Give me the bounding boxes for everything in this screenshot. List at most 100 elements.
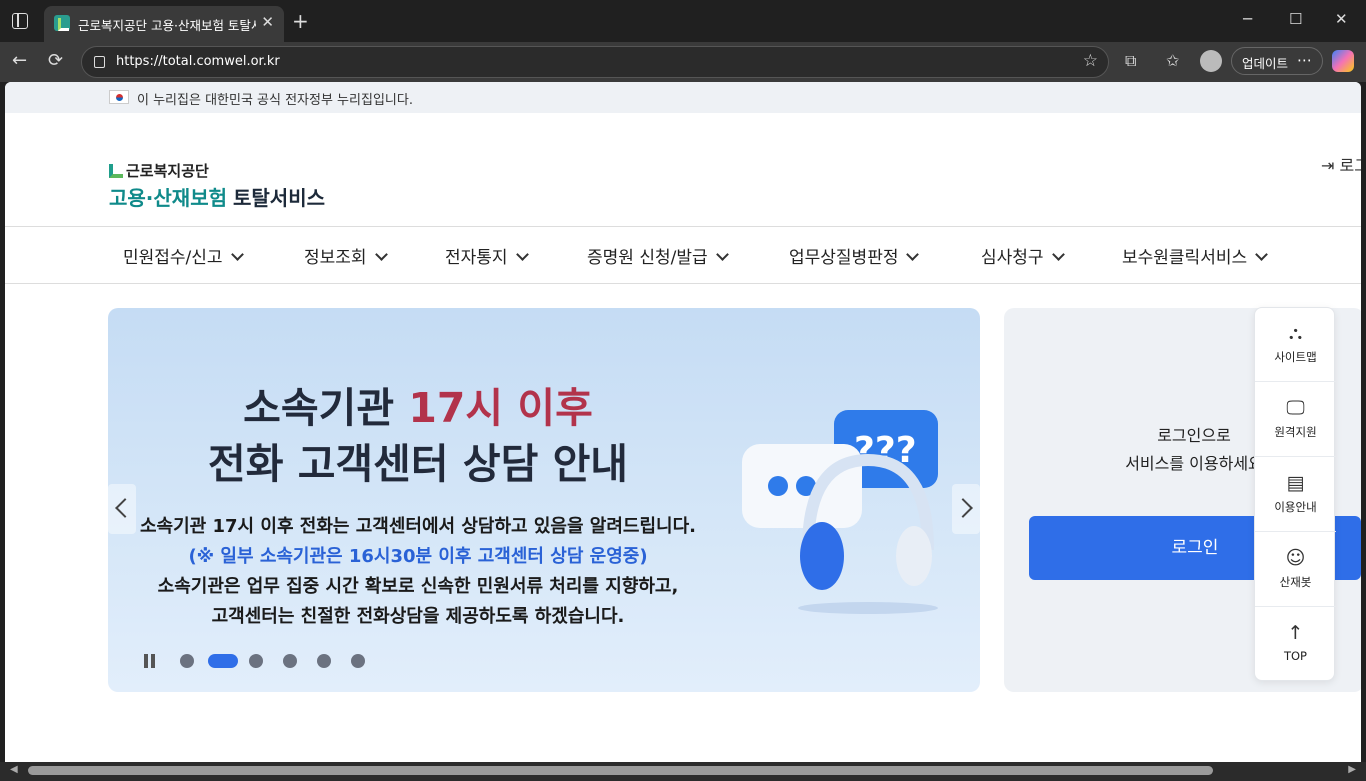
gnb-item-certificate[interactable]: 증명원 신청/발급 <box>587 243 729 268</box>
pagination-dot-6[interactable] <box>351 654 365 668</box>
update-label: 업데이트 <box>1242 56 1289 71</box>
window-close-icon[interactable]: ✕ <box>1335 10 1348 28</box>
headset-left-ear-shape <box>800 522 844 590</box>
comwel-logo-icon <box>109 164 123 178</box>
logo-service-teal: 고용·산재보험 <box>109 186 227 210</box>
main-banner-slider[interactable]: 소속기관 17시 이후 전화 고객센터 상담 안내 소속기관 17시 이후 전화… <box>108 308 980 692</box>
korean-flag-icon <box>109 90 129 104</box>
chevron-down-icon <box>1051 248 1065 261</box>
gnb-item-review-claim[interactable]: 심사청구 <box>981 243 1065 268</box>
new-tab-icon[interactable]: + <box>292 9 309 33</box>
gnb-item-label: 증명원 신청/발급 <box>587 248 708 268</box>
extensions-icon[interactable]: ⧉ <box>1125 51 1136 71</box>
quick-chatbot[interactable]: ☺ 산재봇 <box>1255 533 1336 607</box>
banner-prev-button[interactable] <box>108 484 136 534</box>
banner-body-line4: 고객센터는 친절한 전화상담을 제공하도록 하겠습니다. <box>211 606 625 627</box>
main-navigation: 민원접수/신고 정보조회 전자통지 증명원 신청/발급 업무상질병판정 심사청구… <box>5 226 1361 284</box>
logo-org-text: 근로복지공단 <box>126 162 209 180</box>
favorites-icon[interactable]: ✩ <box>1166 51 1179 70</box>
chevron-down-icon <box>1255 248 1268 261</box>
pagination-dot-1[interactable] <box>180 654 194 668</box>
site-favicon-icon <box>54 15 70 31</box>
lock-icon <box>94 56 105 68</box>
chevron-down-icon <box>374 248 388 261</box>
pagination-dot-4[interactable] <box>283 654 297 668</box>
headset-chat-illustration: ??? <box>742 410 938 614</box>
pagination-dot-2-active[interactable] <box>208 654 238 668</box>
banner-title-line2: 전화 고객센터 상담 안내 <box>207 440 629 488</box>
quick-chatbot-label: 산재봇 <box>1279 575 1312 589</box>
gov-notice-bar: 이 누리집은 대한민국 공식 전자정부 누리집입니다. <box>5 82 1361 113</box>
scrollbar-thumb[interactable] <box>28 766 1213 775</box>
quick-remote-support[interactable]: 🖵 원격지원 <box>1255 383 1336 457</box>
gov-notice-text: 이 누리집은 대한민국 공식 전자정부 누리집입니다. <box>137 93 413 108</box>
profile-avatar[interactable] <box>1200 50 1222 72</box>
horizontal-scrollbar[interactable]: ◀ ▶ <box>0 762 1366 781</box>
window-menu-icon[interactable] <box>12 13 28 29</box>
quick-sitemap-label: 사이트맵 <box>1274 350 1317 364</box>
banner-next-button[interactable] <box>952 484 980 534</box>
pause-icon[interactable] <box>143 654 157 668</box>
favorite-star-icon[interactable]: ☆ <box>1083 51 1098 71</box>
header-login-label: 로그인 <box>1339 156 1362 175</box>
chevron-down-icon <box>906 248 920 261</box>
quick-menu: ⛬ 사이트맵 🖵 원격지원 ▤ 이용안내 ☺ 산재봇 ↑ TOP <box>1254 307 1336 682</box>
chevron-down-icon <box>715 248 729 261</box>
chevron-down-icon <box>230 248 244 261</box>
header-login-link[interactable]: ⇥ 로그인 <box>1321 152 1361 176</box>
gnb-item-pay-oneclick[interactable]: 보수원클릭서비스 <box>1122 243 1268 268</box>
browser-tab-bar: 근로복지공단 고용·산재보험 토탈서비스 ✕ + ─ ☐ ✕ <box>0 0 1366 42</box>
quick-guide[interactable]: ▤ 이용안내 <box>1255 458 1336 532</box>
quick-guide-label: 이용안내 <box>1274 500 1317 514</box>
quick-remote-support-label: 원격지원 <box>1274 425 1317 439</box>
logo-service-dark: 토탈서비스 <box>233 186 325 210</box>
banner-title-prefix: 소속기관 <box>243 384 409 432</box>
minimize-icon[interactable]: ─ <box>1243 10 1252 28</box>
tab-title: 근로복지공단 고용·산재보험 토탈서비스 <box>78 18 256 33</box>
update-button[interactable]: 업데이트 ⋯ <box>1231 47 1323 75</box>
logo-org[interactable]: 근로복지공단 <box>109 160 209 181</box>
url-text: https://total.comwel.or.kr <box>116 54 280 69</box>
remote-support-icon: 🖵 <box>1286 397 1305 419</box>
gnb-item-label: 전자통지 <box>445 248 508 268</box>
banner-body-line1: 소속기관 17시 이후 전화는 고객센터에서 상담하고 있음을 알려드립니다. <box>140 516 696 537</box>
headset-right-ear-shape <box>896 526 932 586</box>
chevron-right-icon <box>953 498 973 518</box>
scroll-right-icon[interactable]: ▶ <box>1348 764 1356 775</box>
tab-close-icon[interactable]: ✕ <box>261 12 274 32</box>
chevron-left-icon <box>115 498 135 518</box>
gnb-item-civil-petition[interactable]: 민원접수/신고 <box>123 243 244 268</box>
gnb-item-label: 보수원클릭서비스 <box>1122 248 1248 268</box>
gnb-item-label: 심사청구 <box>981 248 1044 268</box>
gnb-item-e-notice[interactable]: 전자통지 <box>445 243 529 268</box>
chatbot-icon: ☺ <box>1285 547 1306 569</box>
reload-icon[interactable]: ⟳ <box>48 50 63 72</box>
url-field[interactable]: https://total.comwel.or.kr ☆ <box>81 46 1109 78</box>
logo-service-title[interactable]: 고용·산재보험 토탈서비스 <box>109 182 325 211</box>
more-menu-icon[interactable]: ⋯ <box>1297 51 1312 69</box>
pagination-dot-5[interactable] <box>317 654 331 668</box>
banner-body-line3: 소속기관은 업무 집중 시간 확보로 신속한 민원서류 처리를 지향하고, <box>157 576 679 597</box>
guide-icon: ▤ <box>1286 472 1305 494</box>
quick-top[interactable]: ↑ TOP <box>1255 608 1336 682</box>
page-viewport: 이 누리집은 대한민국 공식 전자정부 누리집입니다. 근로복지공단 고용·산재… <box>5 82 1361 762</box>
gnb-item-info-lookup[interactable]: 정보조회 <box>304 243 388 268</box>
quick-sitemap[interactable]: ⛬ 사이트맵 <box>1255 308 1336 382</box>
sitemap-icon: ⛬ <box>1288 322 1303 344</box>
arrow-up-icon: ↑ <box>1287 622 1304 644</box>
quick-top-label: TOP <box>1283 649 1307 663</box>
browser-address-bar: ← ⟳ https://total.comwel.or.kr ☆ ⧉ ✩ <box>0 42 1366 82</box>
banner-title-highlight: 17시 이후 <box>408 384 593 432</box>
gnb-item-label: 정보조회 <box>304 248 367 268</box>
maximize-icon[interactable]: ☐ <box>1289 10 1302 28</box>
banner-body-line2: (※ 일부 소속기관은 16시30분 이후 고객센터 상담 운영중) <box>188 546 648 567</box>
gnb-item-disease-judgment[interactable]: 업무상질병판정 <box>789 243 920 268</box>
banner-title-line1: 소속기관 17시 이후 <box>108 374 728 434</box>
back-icon[interactable]: ← <box>12 50 27 72</box>
browser-tab-active[interactable]: 근로복지공단 고용·산재보험 토탈서비스 ✕ <box>44 6 284 42</box>
pagination-dot-3[interactable] <box>249 654 263 668</box>
copilot-icon[interactable] <box>1332 50 1354 72</box>
login-arrow-icon: ⇥ <box>1321 156 1335 175</box>
gnb-item-label: 업무상질병판정 <box>789 248 899 268</box>
scroll-left-icon[interactable]: ◀ <box>10 764 18 775</box>
